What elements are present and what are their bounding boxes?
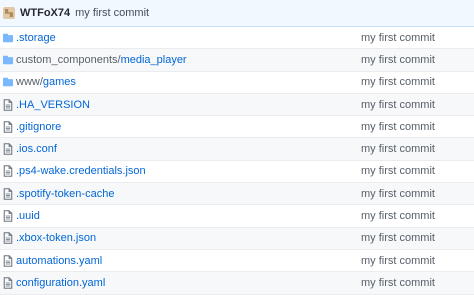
path-name[interactable]: .spotify-token-cache [16,188,114,200]
file-icon [3,277,13,289]
file-icon [3,98,13,111]
file-row: .xbox-token.json my first commit [0,227,474,250]
file-row: .gitignore my first commit [0,116,474,139]
file-icon [3,187,13,200]
file-name-link[interactable]: .spotify-token-cache [16,188,361,200]
path-name[interactable]: .uuid [16,210,40,222]
file-commit-message[interactable]: my first commit [361,76,435,88]
file-commit-message[interactable]: my first commit [361,54,435,66]
file-commit-message[interactable]: my first commit [361,121,435,133]
file-name-link[interactable]: .xbox-token.json [16,232,361,244]
path-name[interactable]: games [43,76,76,88]
path-name[interactable]: media_player [121,54,187,66]
path-name[interactable]: .HA_VERSION [16,99,90,111]
file-name-link[interactable]: www/games [16,76,361,88]
path-name[interactable]: .gitignore [16,121,61,133]
file-name-link[interactable]: .ps4-wake.credentials.json [16,165,361,177]
file-commit-message[interactable]: my first commit [361,277,435,289]
commit-message[interactable]: my first commit [75,7,149,19]
path-name[interactable]: .ps4-wake.credentials.json [16,165,146,177]
file-name-link[interactable]: .storage [16,32,361,44]
file-commit-message[interactable]: my first commit [361,188,435,200]
file-icon [3,121,13,133]
file-row: www/games my first commit [0,72,474,94]
path-name[interactable]: .ios.conf [16,143,57,155]
path-prefix[interactable]: custom_components/ [16,54,121,66]
path-name[interactable]: automations.yaml [16,255,102,267]
file-list: .storage my first commit custom_components… [0,27,474,295]
file-commit-message[interactable]: my first commit [361,210,435,222]
file-row: .storage my first commit [0,27,474,50]
file-name-link[interactable]: .uuid [16,210,361,222]
file-name-link[interactable]: custom_components/media_player [16,54,361,66]
file-name-link[interactable]: configuration.yaml [16,277,361,289]
path-name[interactable]: configuration.yaml [16,277,105,289]
file-commit-message[interactable]: my first commit [361,143,435,155]
file-row: .uuid my first commit [0,205,474,228]
file-commit-message[interactable]: my first commit [361,99,435,111]
file-icon [3,210,13,222]
file-row: .ps4-wake.credentials.json my first commi… [0,161,474,184]
file-row: configuration.yaml my first commit [0,272,474,295]
avatar[interactable] [3,7,15,19]
file-row: .ios.conf my first commit [0,138,474,161]
file-row: .HA_VERSION my first commit [0,93,474,117]
file-name-link[interactable]: .ios.conf [16,143,361,155]
file-icon [3,254,13,267]
file-icon [3,143,13,155]
file-commit-message[interactable]: my first commit [361,165,435,177]
path-name[interactable]: .storage [16,32,56,44]
file-commit-message[interactable]: my first commit [361,232,435,244]
folder-icon [3,76,13,88]
folder-icon [3,54,13,66]
file-name-link[interactable]: automations.yaml [16,255,361,267]
path-prefix[interactable]: www/ [16,76,43,88]
file-icon [3,165,13,178]
file-name-link[interactable]: .gitignore [16,121,361,133]
latest-commit-bar: WTFoX74 my first commit [0,0,474,27]
file-name-link[interactable]: .HA_VERSION [16,99,361,111]
file-row: .spotify-token-cache my first commit [0,183,474,206]
file-commit-message[interactable]: my first commit [361,255,435,267]
file-icon [3,232,13,245]
commit-author[interactable]: WTFoX74 [20,7,70,19]
path-name[interactable]: .xbox-token.json [16,232,96,244]
folder-icon [3,32,13,44]
file-row: custom_components/media_player my first c… [0,49,474,72]
file-row: automations.yaml my first commit [0,250,474,273]
file-commit-message[interactable]: my first commit [361,32,435,44]
